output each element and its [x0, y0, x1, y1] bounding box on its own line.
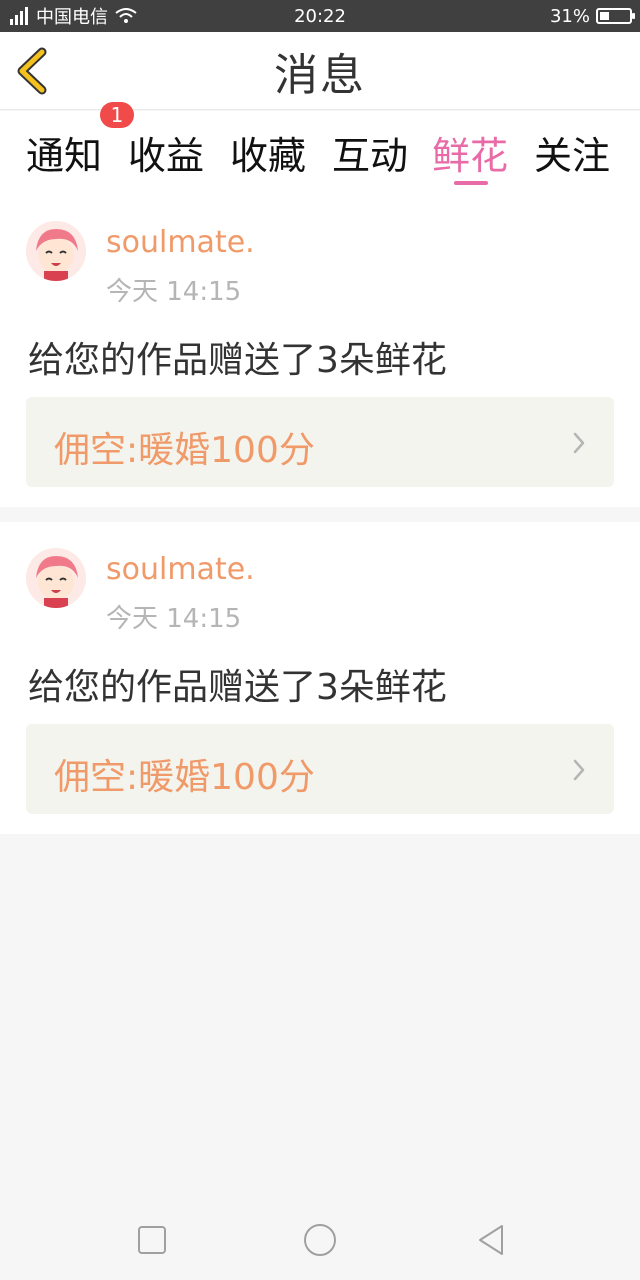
- work-title: 佣空:暖婚100分: [54, 757, 315, 798]
- tab-flowers[interactable]: 鲜花: [432, 125, 508, 180]
- page-title: 消息: [274, 50, 366, 101]
- chevron-right-icon: [573, 759, 585, 781]
- message-card: soulmate. 今天 14:15 给您的作品赠送了3朵鲜花 佣空:暖婚100…: [0, 522, 640, 834]
- status-time: 20:22: [294, 5, 346, 27]
- battery-icon: [596, 8, 635, 24]
- message-text: 给您的作品赠送了3朵鲜花: [28, 667, 447, 708]
- message-text: 给您的作品赠送了3朵鲜花: [28, 340, 447, 381]
- tab-notifications[interactable]: 通知: [26, 125, 102, 180]
- recents-button[interactable]: [132, 1220, 172, 1260]
- battery-fill: [600, 12, 609, 20]
- active-tab-indicator: [454, 181, 488, 185]
- triangle-back-icon: [479, 1225, 503, 1255]
- message-card: soulmate. 今天 14:15 给您的作品赠送了3朵鲜花 佣空:暖婚100…: [0, 195, 640, 507]
- status-right: 31%: [549, 0, 635, 32]
- square-icon: [138, 1226, 166, 1254]
- avatar[interactable]: [26, 221, 86, 281]
- home-button[interactable]: [300, 1220, 340, 1260]
- status-bar: 中国电信 20:22 31%: [0, 0, 640, 32]
- avatar-image: [26, 548, 86, 608]
- tab-bar: 通知 收益 收藏 互动 鲜花 关注: [0, 111, 640, 195]
- message-time: 今天 14:15: [106, 604, 242, 634]
- circle-icon: [304, 1224, 336, 1256]
- tab-following[interactable]: 关注: [534, 125, 610, 180]
- back-nav-button[interactable]: [470, 1220, 510, 1260]
- username[interactable]: soulmate.: [106, 552, 255, 587]
- work-link[interactable]: 佣空:暖婚100分: [26, 724, 614, 814]
- avatar-image: [26, 221, 86, 281]
- tab-favorites[interactable]: 收藏: [230, 125, 306, 180]
- header: 消息: [0, 32, 640, 110]
- system-nav-bar: [0, 1200, 640, 1280]
- username[interactable]: soulmate.: [106, 225, 255, 260]
- notification-badge: 1: [100, 102, 134, 128]
- chevron-right-icon: [573, 432, 585, 454]
- tab-interactions[interactable]: 互动: [332, 125, 408, 180]
- work-link[interactable]: 佣空:暖婚100分: [26, 397, 614, 487]
- avatar[interactable]: [26, 548, 86, 608]
- work-title: 佣空:暖婚100分: [54, 430, 315, 471]
- tab-earnings[interactable]: 收益: [128, 125, 204, 180]
- message-time: 今天 14:15: [106, 277, 242, 307]
- battery-percent: 31%: [549, 5, 590, 27]
